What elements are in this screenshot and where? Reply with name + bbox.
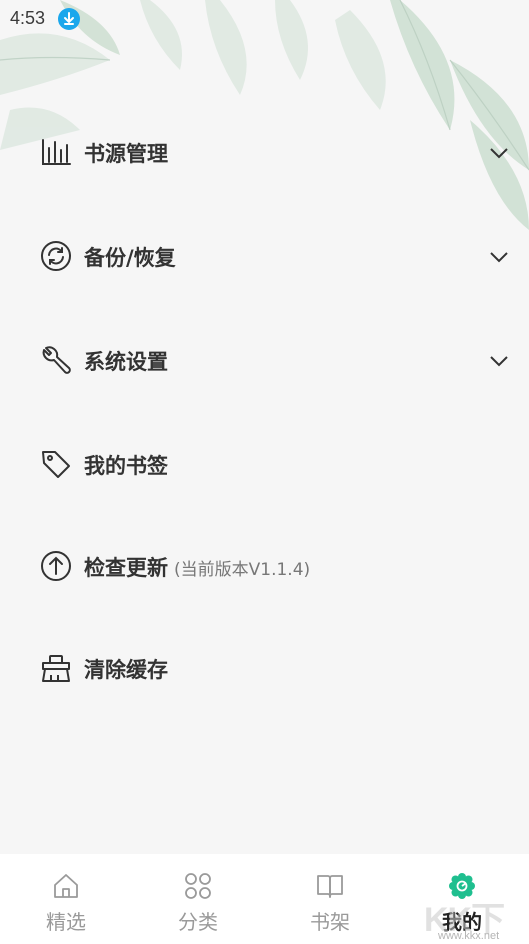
flower-icon <box>448 872 476 900</box>
tag-icon <box>40 448 72 480</box>
tab-label: 精选 <box>46 910 86 934</box>
menu-item-book-source[interactable]: 书源管理 <box>0 100 529 204</box>
status-bar: 4:53 <box>0 0 529 38</box>
menu-item-bookmarks[interactable]: 我的书签 <box>0 412 529 516</box>
menu-item-label: 书源管理 <box>84 142 168 166</box>
chevron-down-icon[interactable] <box>488 246 510 268</box>
tab-label: 我的 <box>442 910 482 934</box>
broom-icon <box>40 652 72 684</box>
version-text: (当前版本V1.1.4) <box>174 560 311 580</box>
menu-item-label: 系统设置 <box>84 350 168 374</box>
menu-item-clear-cache[interactable]: 清除缓存 <box>0 616 529 720</box>
tab-mine[interactable]: 我的 <box>396 854 528 944</box>
menu-item-label: 检查更新 (当前版本V1.1.4) <box>84 552 310 582</box>
home-icon <box>52 872 80 900</box>
chevron-down-icon[interactable] <box>488 350 510 372</box>
menu-item-backup-restore[interactable]: 备份/恢复 <box>0 204 529 308</box>
menu-item-system-settings[interactable]: 系统设置 <box>0 308 529 412</box>
tab-bookshelf[interactable]: 书架 <box>264 854 396 944</box>
menu-item-label: 清除缓存 <box>84 658 168 682</box>
arrow-up-circle-icon <box>40 550 72 582</box>
tab-featured[interactable]: 精选 <box>0 854 132 944</box>
download-icon <box>58 8 80 30</box>
tab-categories[interactable]: 分类 <box>132 854 264 944</box>
update-label: 检查更新 <box>84 556 168 580</box>
menu-item-label: 备份/恢复 <box>84 246 176 270</box>
book-icon <box>316 872 344 900</box>
bottom-tab-bar: 精选 分类 书架 我的 <box>0 854 529 944</box>
sync-icon <box>40 240 72 272</box>
menu-item-label: 我的书签 <box>84 454 168 478</box>
tab-label: 书架 <box>310 910 350 934</box>
chevron-down-icon[interactable] <box>488 142 510 164</box>
wrench-icon <box>40 344 72 376</box>
menu-item-check-update[interactable]: 检查更新 (当前版本V1.1.4) <box>0 514 529 618</box>
status-time: 4:53 <box>10 8 46 28</box>
tab-label: 分类 <box>178 910 218 934</box>
grid-icon <box>184 872 212 900</box>
chart-bars-icon <box>40 136 72 168</box>
